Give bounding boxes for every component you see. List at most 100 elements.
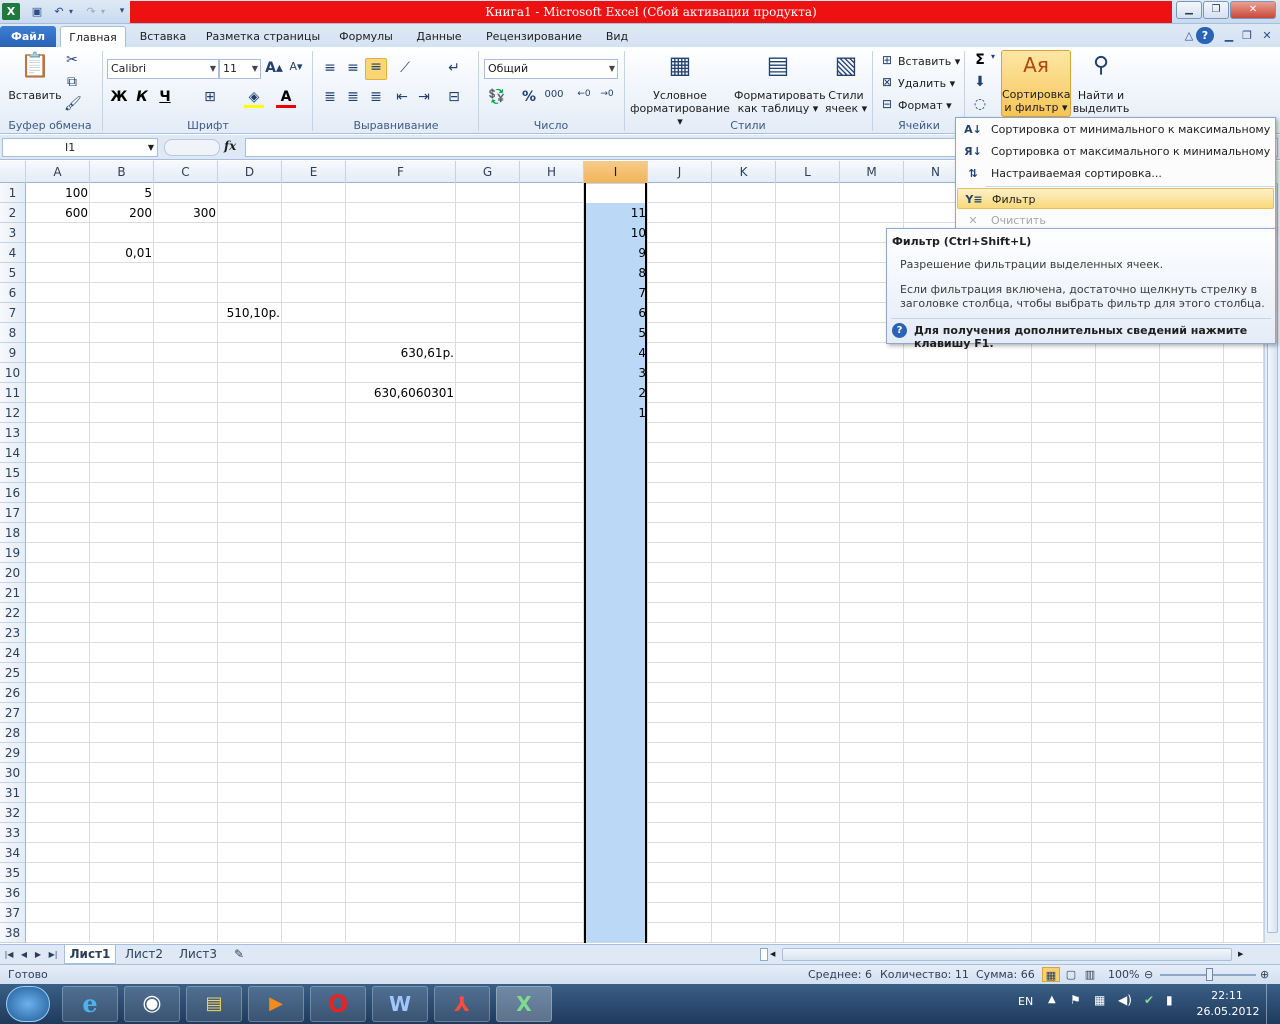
redo-dropdown-icon[interactable]: ▾ (98, 3, 108, 20)
horizontal-scroll-thumb[interactable] (782, 948, 1232, 961)
row-header-1[interactable]: 1 (0, 183, 26, 203)
number-format-combo[interactable]: Общий ▼ (484, 59, 618, 79)
acrobat-icon[interactable]: ⅄ (434, 986, 490, 1022)
customize-toolbar-icon[interactable]: ▾ (116, 3, 128, 20)
column-header-b[interactable]: B (90, 161, 154, 183)
menu-sort-descending[interactable]: Я↓ Сортировка от максимального к минималь… (957, 141, 1274, 162)
cell-i11[interactable]: 2 (584, 383, 648, 403)
cell-d7[interactable]: 510,10р. (218, 303, 282, 323)
row-header-37[interactable]: 37 (0, 903, 26, 923)
cell-i12[interactable]: 1 (584, 403, 648, 423)
shrink-font-icon[interactable]: A▾ (287, 60, 305, 73)
zoom-slider-thumb[interactable] (1206, 968, 1213, 981)
insert-function-button[interactable]: fx (224, 139, 236, 153)
binoculars-icon[interactable]: ⚲ (1086, 53, 1116, 83)
row-header-24[interactable]: 24 (0, 643, 26, 663)
minimize-button[interactable]: ▁ (1176, 1, 1202, 19)
restore-button[interactable]: ❐ (1203, 1, 1229, 19)
tab-page-layout[interactable]: Разметка страницы (200, 26, 326, 47)
first-sheet-icon[interactable]: |◀ (2, 945, 16, 964)
row-header-12[interactable]: 12 (0, 403, 26, 423)
row-header-26[interactable]: 26 (0, 683, 26, 703)
row-header-15[interactable]: 15 (0, 463, 26, 483)
volume-icon[interactable]: ◀) (1118, 993, 1132, 1007)
decrease-decimal-icon[interactable]: →0 (597, 89, 617, 99)
power-icon[interactable]: ▮ (1166, 993, 1173, 1007)
insert-cells-button[interactable]: Вставить ▾ (898, 55, 962, 68)
show-desktop-button[interactable] (1266, 984, 1280, 1024)
row-header-14[interactable]: 14 (0, 443, 26, 463)
column-header-m[interactable]: M (840, 161, 904, 183)
cell-styles-icon[interactable]: ▧ (830, 51, 862, 83)
clock-date[interactable]: 26.05.2012 (1194, 1005, 1262, 1018)
cell-i2[interactable]: 11 (584, 203, 648, 223)
cell-i3[interactable]: 10 (584, 223, 648, 243)
cell-i5[interactable]: 8 (584, 263, 648, 283)
tray-expand-icon[interactable]: ▲ (1048, 994, 1056, 1005)
explorer-folder-icon[interactable]: ▤ (186, 986, 242, 1022)
bold-button[interactable]: Ж (110, 89, 128, 105)
normal-view-icon[interactable]: ▦ (1042, 967, 1060, 982)
row-header-22[interactable]: 22 (0, 603, 26, 623)
row-header-38[interactable]: 38 (0, 923, 26, 943)
align-left-icon[interactable]: ≣ (320, 89, 340, 105)
row-header-20[interactable]: 20 (0, 563, 26, 583)
row-header-5[interactable]: 5 (0, 263, 26, 283)
align-center-icon[interactable]: ≣ (343, 89, 363, 105)
row-header-11[interactable]: 11 (0, 383, 26, 403)
row-header-23[interactable]: 23 (0, 623, 26, 643)
tab-data[interactable]: Данные (406, 26, 472, 47)
row-header-6[interactable]: 6 (0, 283, 26, 303)
column-header-g[interactable]: G (456, 161, 520, 183)
tab-formulas[interactable]: Формулы (332, 26, 400, 47)
zoom-level[interactable]: 100% (1108, 965, 1139, 984)
menu-custom-sort[interactable]: ⇅ Настраиваемая сортировка... (957, 163, 1274, 184)
currency-icon[interactable]: 💱 (486, 89, 508, 105)
format-painter-icon[interactable]: 🖌 (64, 96, 82, 112)
safely-remove-icon[interactable]: ✔ (1144, 993, 1154, 1007)
scroll-right-icon[interactable]: ▶ (1238, 948, 1248, 961)
cut-icon[interactable]: ✂ (64, 52, 80, 68)
column-header-i[interactable]: I (584, 161, 648, 183)
name-box[interactable]: I1 ▼ (2, 138, 158, 157)
close-button[interactable]: ✕ (1230, 1, 1276, 19)
row-header-30[interactable]: 30 (0, 763, 26, 783)
tab-home[interactable]: Главная (60, 26, 126, 47)
insert-sheet-icon[interactable]: ✎ (228, 945, 250, 964)
wrap-text-icon[interactable]: ↵ (444, 60, 464, 76)
copy-icon[interactable]: ⧉ (64, 74, 80, 90)
row-header-36[interactable]: 36 (0, 883, 26, 903)
cell-i7[interactable]: 6 (584, 303, 648, 323)
clear-icon[interactable]: ◌ (972, 96, 988, 112)
cell-b4[interactable]: 0,01 (90, 243, 154, 263)
tab-view[interactable]: Вид (596, 26, 638, 47)
doc-restore-icon[interactable]: ❐ (1238, 27, 1256, 44)
autosum-icon[interactable]: Σ (972, 52, 988, 68)
column-header-c[interactable]: C (154, 161, 218, 183)
font-color-icon[interactable]: A (276, 89, 296, 108)
scroll-left-icon[interactable]: ◀ (770, 948, 780, 961)
row-header-2[interactable]: 2 (0, 203, 26, 223)
autosum-dropdown-icon[interactable]: ▾ (988, 52, 998, 61)
clock-time[interactable]: 22:11 (1200, 989, 1254, 1002)
column-header-e[interactable]: E (282, 161, 346, 183)
orientation-icon[interactable]: ⟋ (394, 60, 416, 76)
column-header-k[interactable]: K (712, 161, 776, 183)
zoom-out-icon[interactable]: ⊖ (1144, 965, 1153, 984)
column-header-f[interactable]: F (346, 161, 456, 183)
row-header-9[interactable]: 9 (0, 343, 26, 363)
format-as-table-button[interactable]: Форматировать как таблицу ▾ (734, 89, 826, 115)
align-bottom-icon[interactable]: ≡ (365, 58, 387, 80)
row-header-29[interactable]: 29 (0, 743, 26, 763)
row-header-3[interactable]: 3 (0, 223, 26, 243)
column-header-a[interactable]: A (26, 161, 90, 183)
cell-a2[interactable]: 600 (26, 203, 90, 223)
sheet-tab-2[interactable]: Лист2 (118, 945, 170, 964)
italic-button[interactable]: К (133, 89, 151, 105)
decrease-indent-icon[interactable]: ⇤ (392, 89, 412, 105)
sort-filter-button[interactable]: Aя Сортировка и фильтр ▾ (1001, 50, 1071, 117)
row-header-34[interactable]: 34 (0, 843, 26, 863)
conditional-formatting-icon[interactable]: ▦ (664, 51, 696, 83)
row-header-17[interactable]: 17 (0, 503, 26, 523)
cell-c2[interactable]: 300 (154, 203, 218, 223)
